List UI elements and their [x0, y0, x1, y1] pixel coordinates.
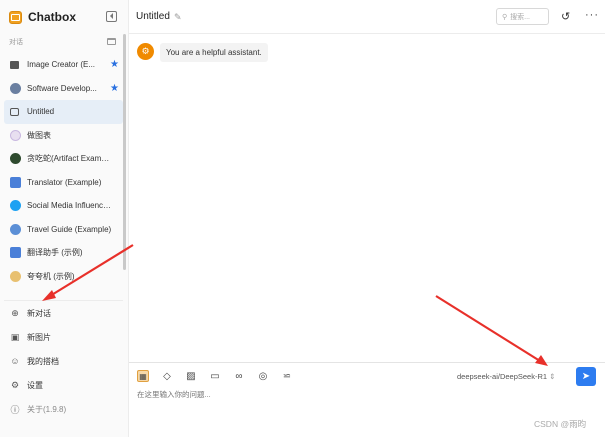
conversation-item[interactable]: Image Creator (E... ★ [4, 53, 123, 77]
eraser-icon[interactable]: ◇ [161, 370, 173, 382]
header: Untitled ✎ ⚲ 搜索... ↺ ··· [129, 0, 605, 34]
new-chat-label: 新对话 [27, 308, 51, 318]
history-icon[interactable]: ↺ [561, 10, 570, 23]
conversation-label: Social Media Influence... [27, 201, 113, 211]
settings-label: 设置 [27, 380, 43, 390]
conversation-label: Translator (Example) [27, 177, 102, 187]
snake-avatar-icon [10, 153, 21, 165]
send-icon: ➤ [581, 371, 591, 382]
link-icon[interactable]: ∞ [233, 370, 245, 382]
sidebar-bottom-menu: ⊕ 新对话 ▣ 新图片 ☺ 我的搭档 ⚙ 设置 ⓘ 关于(1.9.8) [4, 300, 123, 421]
new-image-label: 新图片 [27, 332, 51, 342]
conversation-label: Image Creator (E... [27, 60, 96, 70]
model-selector[interactable]: deepseek-ai/DeepSeek-R1 ⇕ [457, 372, 555, 381]
settings-sliders-icon[interactable]: ⋍ [281, 370, 293, 382]
conversation-item[interactable]: 夸夸机 (示例) [4, 265, 123, 289]
conversation-label: Software Develop... [27, 83, 97, 93]
send-button[interactable]: ➤ [576, 367, 596, 386]
robot-icon: ☺ [10, 356, 20, 366]
conversation-item-active[interactable]: Untitled [4, 100, 123, 124]
message-input[interactable] [137, 390, 517, 399]
settings-button[interactable]: ⚙ 设置 [4, 373, 123, 397]
conversation-item[interactable]: Travel Guide (Example) [4, 218, 123, 242]
my-partners-label: 我的搭档 [27, 356, 59, 366]
conversation-item[interactable]: 做图表 [4, 124, 123, 148]
my-partners-button[interactable]: ☺ 我的搭档 [4, 349, 123, 373]
section-header-conversations: 对话 [9, 39, 23, 46]
page-title[interactable]: Untitled [136, 11, 170, 22]
search-input[interactable]: ⚲ 搜索... [496, 8, 549, 25]
system-gear-avatar-icon: ⚙ [137, 43, 154, 60]
conversation-label: 做图表 [27, 130, 51, 140]
message-bubble: You are a helpful assistant. [160, 43, 268, 62]
translator-avatar-icon [10, 247, 21, 259]
composer-toolbar: ▦ ◇ ▨ ▭ ∞ ◎ ⋍ [137, 370, 305, 382]
search-icon: ⚲ [502, 13, 508, 21]
chevron-updown-icon: ⇕ [549, 372, 556, 381]
search-placeholder: 搜索... [510, 13, 530, 21]
sidebar-scrollbar[interactable] [123, 34, 126, 270]
translator-avatar-icon [10, 176, 21, 188]
archive-icon[interactable] [107, 38, 116, 45]
model-name: deepseek-ai/DeepSeek-R1 [457, 372, 548, 381]
new-chat-button[interactable]: ⊕ 新对话 [4, 301, 123, 325]
image-upload-icon[interactable]: ▨ [185, 370, 197, 382]
chatbox-logo-icon [9, 10, 22, 24]
image-icon [10, 60, 19, 69]
conversation-label: Untitled [27, 107, 55, 117]
conversation-list: Image Creator (E... ★ Software Develop..… [4, 53, 123, 288]
plus-circle-icon: ⊕ [11, 307, 19, 318]
new-image-button[interactable]: ▣ 新图片 [4, 325, 123, 349]
gear-icon: ⚙ [10, 379, 20, 390]
app-name: Chatbox [28, 10, 76, 24]
partner-select-icon[interactable]: ▦ [137, 370, 149, 382]
star-icon[interactable]: ★ [110, 59, 119, 70]
developer-avatar-icon [10, 82, 21, 94]
chat-bubble-icon [10, 107, 19, 116]
conversation-item[interactable]: 翻译助手 (示例) [4, 241, 123, 265]
praise-avatar-icon [10, 270, 21, 282]
about-label: 关于(1.9.8) [27, 404, 67, 414]
more-options-icon[interactable]: ··· [585, 9, 599, 21]
collapse-sidebar-icon[interactable] [106, 11, 117, 22]
watermark: CSDN @雨昀 [534, 419, 587, 429]
globe-web-search-icon[interactable]: ◎ [257, 370, 269, 382]
globe-icon [10, 223, 21, 235]
twitter-icon [10, 200, 21, 212]
about-button[interactable]: ⓘ 关于(1.9.8) [4, 397, 123, 421]
system-message: ⚙ You are a helpful assistant. [137, 43, 268, 62]
folder-icon[interactable]: ▭ [209, 370, 221, 382]
conversation-item[interactable]: Translator (Example) [4, 171, 123, 195]
star-icon[interactable]: ★ [110, 83, 119, 94]
conversation-label: Travel Guide (Example) [27, 224, 112, 234]
conversation-label: 贪吃蛇(Artifact Example) [27, 154, 113, 164]
conversation-label: 夸夸机 (示例) [27, 271, 75, 281]
conversation-item[interactable]: Software Develop... ★ [4, 77, 123, 101]
brand: Chatbox [9, 9, 76, 25]
annotation-arrow-model [435, 295, 548, 366]
image-icon: ▣ [10, 331, 20, 342]
sidebar: Chatbox 对话 Image Creator (E... ★ Softwar… [0, 0, 129, 437]
conversation-item[interactable]: 贪吃蛇(Artifact Example) [4, 147, 123, 171]
chart-avatar-icon [10, 129, 21, 141]
info-icon: ⓘ [10, 404, 20, 415]
conversation-label: 翻译助手 (示例) [27, 248, 83, 258]
conversation-item[interactable]: Social Media Influence... [4, 194, 123, 218]
edit-title-icon[interactable]: ✎ [174, 12, 182, 23]
